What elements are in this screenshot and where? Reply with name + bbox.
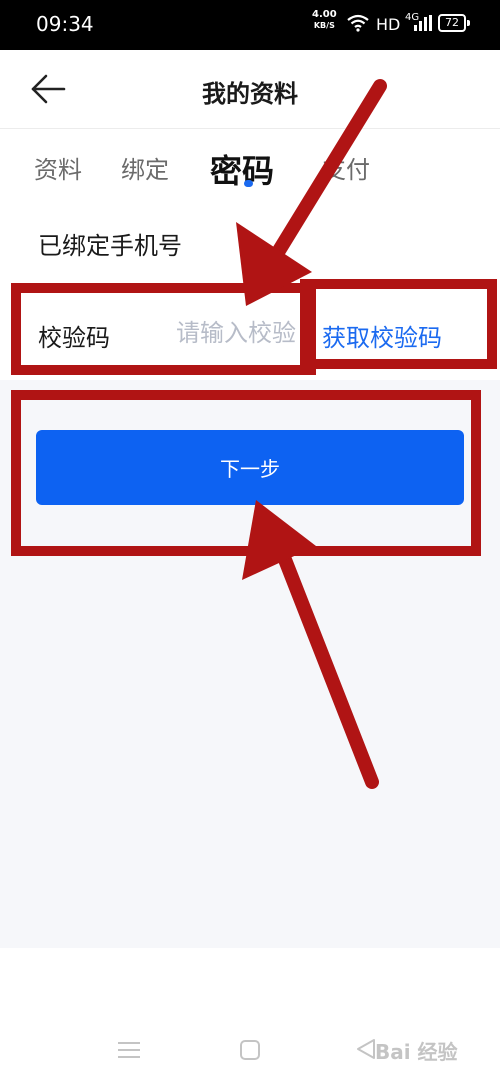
back-triangle-icon[interactable] [356, 1038, 376, 1060]
baidu-watermark: Bai 经验 [375, 1040, 458, 1064]
annotation-arrow-down [236, 79, 387, 306]
annotation-arrows [236, 79, 387, 789]
annotation-arrow-up [242, 500, 379, 789]
menu-icon[interactable] [118, 1040, 140, 1060]
home-square-icon[interactable] [240, 1040, 260, 1060]
